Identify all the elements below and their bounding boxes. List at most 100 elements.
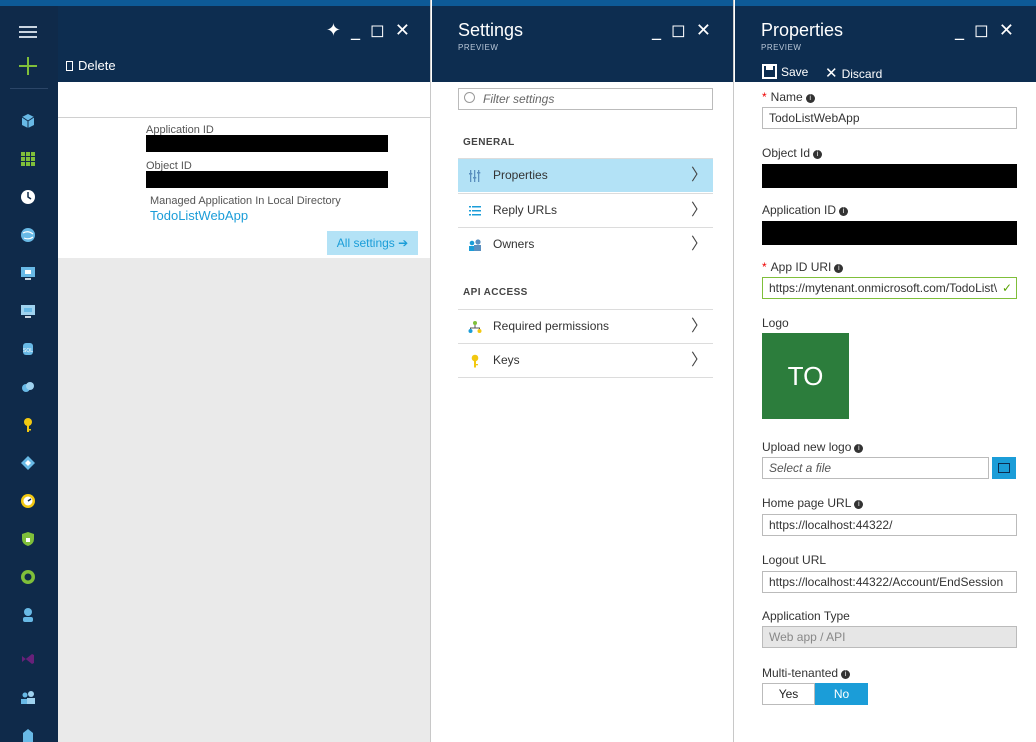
all-resources-cube-icon[interactable] bbox=[20, 113, 36, 129]
settings-title: Settings bbox=[458, 20, 524, 40]
chevron-right-icon: 〉 bbox=[690, 202, 707, 219]
monitor-gauge-icon[interactable] bbox=[20, 493, 36, 509]
close-icon[interactable]: ✕ bbox=[696, 20, 721, 41]
list-icon bbox=[469, 206, 481, 216]
close-icon[interactable]: ✕ bbox=[999, 20, 1024, 41]
save-button[interactable]: Save bbox=[762, 64, 808, 79]
upload-logo-label: Upload new logo i bbox=[762, 440, 864, 454]
filter-placeholder: Filter settings bbox=[483, 92, 555, 106]
info-icon[interactable]: i bbox=[805, 94, 815, 103]
help-support-person-icon[interactable] bbox=[20, 607, 36, 623]
delete-label: Delete bbox=[78, 58, 116, 73]
chevron-right-icon: 〉 bbox=[690, 352, 707, 369]
object-id-label-text: Object Id bbox=[762, 146, 811, 160]
info-icon[interactable]: i bbox=[854, 500, 864, 509]
users-groups-icon[interactable] bbox=[20, 689, 36, 705]
home-page-url-label: Home page URL i bbox=[762, 496, 864, 510]
settings-item-required-permissions[interactable]: Required permissions 〉 bbox=[458, 309, 713, 343]
maximize-icon[interactable]: ◻ bbox=[370, 20, 395, 41]
info-icon[interactable]: i bbox=[841, 670, 851, 679]
multi-tenanted-label: Multi-tenanted i bbox=[762, 666, 851, 680]
app-id-uri-value: https://mytenant.onmicrosoft.com/TodoLis… bbox=[769, 281, 998, 295]
hierarchy-icon bbox=[468, 321, 482, 333]
hamburger-menu-icon[interactable] bbox=[19, 26, 37, 38]
blade-window-controls: ✦_◻✕ bbox=[326, 20, 420, 41]
home-page-url-label-text: Home page URL bbox=[762, 496, 852, 510]
minimize-icon[interactable]: _ bbox=[351, 20, 370, 41]
properties-title: Properties bbox=[761, 20, 844, 40]
recent-clock-icon[interactable] bbox=[20, 189, 36, 205]
settings-item-owners[interactable]: Owners 〉 bbox=[458, 227, 713, 261]
application-essentials-card: Application ID Object ID Managed Applica… bbox=[58, 82, 430, 258]
properties-icon bbox=[469, 170, 481, 182]
new-resource-plus-icon[interactable] bbox=[18, 56, 38, 76]
settings-item-reply-urls[interactable]: Reply URLs 〉 bbox=[458, 193, 713, 227]
delete-button[interactable]: Delete bbox=[66, 58, 116, 73]
dashboard-grid-icon[interactable] bbox=[20, 151, 36, 167]
browse-folder-button[interactable] bbox=[992, 457, 1016, 479]
name-label: * Name i bbox=[762, 90, 815, 104]
filter-settings-input[interactable]: Filter settings bbox=[458, 88, 713, 110]
settings-item-label: Owners bbox=[493, 237, 535, 251]
minimize-icon[interactable]: _ bbox=[955, 20, 974, 41]
blade-window-controls: _◻✕ bbox=[652, 20, 721, 41]
all-settings-button[interactable]: All settings ➔ bbox=[327, 231, 418, 255]
info-icon[interactable]: i bbox=[813, 150, 823, 159]
key-vault-icon[interactable] bbox=[20, 417, 36, 433]
upload-logo-label-text: Upload new logo bbox=[762, 440, 852, 454]
chevron-right-icon: 〉 bbox=[690, 167, 707, 184]
close-icon[interactable]: ✕ bbox=[395, 20, 420, 41]
trash-icon bbox=[66, 61, 73, 71]
logout-url-field[interactable]: https://localhost:44322/Account/EndSessi… bbox=[762, 571, 1017, 593]
search-icon bbox=[464, 92, 475, 103]
settings-item-label: Required permissions bbox=[493, 319, 610, 333]
maximize-icon[interactable]: ◻ bbox=[974, 20, 999, 41]
settings-blade-header: Settings PREVIEW _◻✕ bbox=[432, 0, 733, 82]
maximize-icon[interactable]: ◻ bbox=[671, 20, 696, 41]
blade-window-controls: _◻✕ bbox=[955, 20, 1024, 41]
app-id-uri-label-text: App ID URI bbox=[770, 260, 832, 274]
multi-tenanted-yes-toggle[interactable]: Yes bbox=[762, 683, 815, 705]
pin-icon[interactable]: ✦ bbox=[326, 20, 351, 41]
settings-item-keys[interactable]: Keys 〉 bbox=[458, 343, 713, 377]
required-asterisk: * bbox=[762, 90, 767, 104]
active-directory-diamond-icon[interactable] bbox=[20, 455, 36, 471]
select-file-input[interactable]: Select a file bbox=[762, 457, 989, 479]
multi-tenanted-no-toggle[interactable]: No bbox=[815, 683, 868, 705]
api-access-section-title: API ACCESS bbox=[463, 287, 528, 298]
sql-databases-icon[interactable]: SQL bbox=[20, 341, 36, 357]
valid-check-icon: ✓ bbox=[1001, 281, 1012, 295]
security-shield-icon[interactable] bbox=[20, 531, 36, 547]
app-id-uri-label: * App ID URI i bbox=[762, 260, 844, 274]
app-services-globe-icon[interactable] bbox=[20, 227, 36, 243]
essentials-header-strip bbox=[58, 82, 430, 118]
managed-application-label: Managed Application In Local Directory bbox=[150, 195, 341, 207]
home-page-url-field[interactable]: https://localhost:44322/ bbox=[762, 514, 1017, 536]
properties-subtitle: PREVIEW bbox=[761, 43, 802, 52]
managed-application-link[interactable]: TodoListWebApp bbox=[150, 208, 248, 223]
application-type-label: Application Type bbox=[762, 609, 850, 623]
folder-icon bbox=[998, 463, 1010, 473]
logout-url-label: Logout URL bbox=[762, 553, 827, 567]
minimize-icon[interactable]: _ bbox=[652, 20, 671, 41]
info-icon[interactable]: i bbox=[839, 207, 849, 216]
object-id-redacted bbox=[146, 171, 388, 188]
virtual-machines-classic-icon[interactable] bbox=[20, 265, 36, 281]
application-id-redacted bbox=[146, 135, 388, 152]
general-section-title: GENERAL bbox=[463, 137, 515, 148]
cost-management-icon[interactable] bbox=[20, 569, 36, 585]
object-id-redacted bbox=[762, 164, 1017, 188]
name-field[interactable]: TodoListWebApp bbox=[762, 107, 1017, 129]
application-blade-header: ✦_◻✕ Delete bbox=[58, 0, 430, 82]
info-icon[interactable]: i bbox=[834, 264, 844, 273]
cloud-services-icon[interactable] bbox=[20, 379, 36, 395]
visual-studio-icon[interactable] bbox=[20, 651, 36, 667]
app-id-uri-field[interactable]: https://mytenant.onmicrosoft.com/TodoLis… bbox=[762, 277, 1017, 299]
discard-button[interactable]: ✕ Discard bbox=[825, 64, 882, 82]
marketplace-icon[interactable] bbox=[20, 727, 36, 742]
settings-item-properties[interactable]: Properties 〉 bbox=[458, 158, 713, 192]
info-icon[interactable]: i bbox=[854, 444, 864, 453]
virtual-machines-icon[interactable] bbox=[20, 303, 36, 319]
settings-subtitle: PREVIEW bbox=[458, 43, 499, 52]
object-id-label: Object Id i bbox=[762, 146, 823, 160]
